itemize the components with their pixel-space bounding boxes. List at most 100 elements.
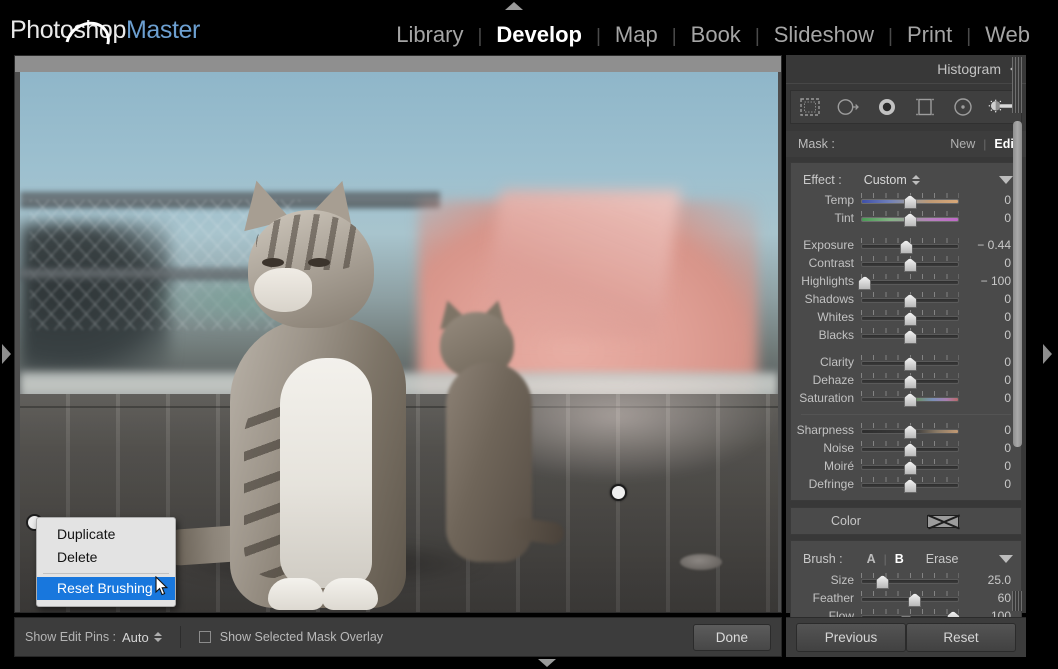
module-tab-book[interactable]: Book (677, 22, 755, 48)
radial-filter-tool-icon[interactable] (948, 94, 978, 120)
edit-pin-marker[interactable] (610, 484, 627, 501)
slider-row[interactable]: Defringe 0 (791, 475, 1021, 493)
slider-row[interactable]: Saturation 0 (791, 389, 1021, 407)
slider-label-clarity: Clarity (819, 355, 854, 369)
slider-label-whites: Whites (817, 310, 854, 324)
slider-row[interactable]: Highlights − 100 (791, 272, 1021, 290)
histogram-header[interactable]: Histogram (786, 55, 1026, 83)
spot-removal-tool-icon[interactable] (833, 94, 863, 120)
slider-track-temp[interactable] (861, 193, 959, 209)
done-button[interactable]: Done (692, 623, 771, 651)
slider-row[interactable]: Blacks 0 (791, 326, 1021, 344)
slider-track-clarity[interactable] (861, 355, 959, 371)
slider-label-sharpness: Sharpness (796, 423, 854, 437)
slider-track-moire[interactable] (861, 459, 959, 475)
slider-ticks (861, 591, 959, 596)
slider-row[interactable]: Dehaze 0 (791, 371, 1021, 389)
color-swatch-button[interactable] (927, 514, 959, 528)
right-panel-scrollbar[interactable] (1013, 121, 1022, 447)
slider-row[interactable]: Tint 0 (791, 209, 1021, 227)
slider-value-contrast: 0 (1004, 256, 1011, 270)
mask-new-button[interactable]: New (950, 137, 975, 151)
brush-collapse-icon[interactable] (999, 555, 1013, 563)
slider-track-size[interactable] (861, 573, 959, 589)
color-row[interactable]: Color (790, 507, 1022, 535)
top-panel-toggle-arrow-icon[interactable] (505, 2, 523, 10)
photo-pebble (680, 554, 722, 570)
effect-row: Effect : Custom (791, 169, 1021, 191)
slider-track-feather[interactable] (861, 591, 959, 607)
slider-track-exposure[interactable] (861, 238, 959, 254)
slider-value-blacks: 0 (1004, 328, 1011, 342)
slider-value-sharpness: 0 (1004, 423, 1011, 437)
module-tab-print[interactable]: Print (893, 22, 966, 48)
cat-muzzle (254, 268, 312, 312)
slider-row[interactable]: Whites 0 (791, 308, 1021, 326)
slider-row[interactable]: Contrast 0 (791, 254, 1021, 272)
context-menu-item-duplicate[interactable]: Duplicate (37, 523, 175, 546)
mask-overlay-checkbox[interactable] (198, 631, 211, 643)
brush-b-button[interactable]: B (895, 552, 904, 566)
effect-preset-stepper-icon[interactable] (911, 175, 920, 185)
slider-track-defringe[interactable] (861, 477, 959, 493)
slider-value-defringe: 0 (1004, 477, 1011, 491)
slider-track-blacks[interactable] (861, 328, 959, 344)
panel-rule (786, 83, 1026, 84)
slider-track-highlights[interactable] (858, 274, 959, 290)
slider-row[interactable]: Exposure − 0.44 (791, 236, 1021, 254)
module-tab-map[interactable]: Map (601, 22, 672, 48)
crop-overlay-tool-icon[interactable] (795, 94, 825, 120)
slider-row[interactable]: Shadows 0 (791, 290, 1021, 308)
effect-collapse-icon[interactable] (999, 176, 1013, 184)
slider-track-dehaze[interactable] (861, 373, 959, 389)
slider-track-saturation[interactable] (861, 391, 959, 407)
slider-track-shadows[interactable] (861, 292, 959, 308)
module-tab-library[interactable]: Library (382, 22, 477, 48)
slider-row[interactable]: Noise 0 (791, 439, 1021, 457)
cat-eye-left (262, 258, 284, 267)
app-logo[interactable]: PhotoshopMaster (10, 13, 200, 73)
previous-button[interactable]: Previous (796, 623, 906, 652)
slider-track-tint[interactable] (861, 211, 959, 227)
slider-row[interactable]: Clarity 0 (791, 353, 1021, 371)
slider-track-whites[interactable] (861, 310, 959, 326)
lightroom-develop-window: PhotoshopMaster Library | Develop | Map … (0, 0, 1058, 669)
slider-label-exposure: Exposure (803, 238, 854, 252)
slider-row[interactable]: Feather 60 (791, 589, 1021, 607)
slider-row[interactable]: Temp 0 (791, 191, 1021, 209)
slider-row[interactable]: Sharpness 0 (791, 421, 1021, 439)
left-panel-toggle-arrow-icon[interactable] (2, 344, 11, 364)
graduated-filter-tool-icon[interactable] (910, 94, 940, 120)
context-menu-item-delete[interactable]: Delete (37, 546, 175, 569)
slider-track-sharpness[interactable] (861, 423, 959, 439)
module-tab-web[interactable]: Web (971, 22, 1044, 48)
scrollbar-thumb[interactable] (1013, 121, 1022, 447)
cat-paw-left (268, 578, 324, 610)
right-panel-footer: Previous Reset (786, 617, 1026, 657)
slider-row[interactable]: Size 25.0 (791, 571, 1021, 589)
show-edit-pins-stepper-icon[interactable] (153, 632, 162, 642)
module-picker: Library | Develop | Map | Book | Slidesh… (382, 22, 1044, 48)
effect-preset-value[interactable]: Custom (864, 173, 907, 187)
brush-a-button[interactable]: A (867, 552, 876, 566)
slider-track-noise[interactable] (861, 441, 959, 457)
color-label: Color (831, 514, 861, 528)
canvas-toolbar: Show Edit Pins : Auto Show Selected Mask… (14, 617, 782, 657)
module-tab-slideshow[interactable]: Slideshow (760, 22, 888, 48)
effect-label: Effect : (803, 173, 842, 187)
slider-row[interactable]: Moiré 0 (791, 457, 1021, 475)
bottom-panel-toggle-arrow-icon[interactable] (538, 659, 556, 667)
show-edit-pins-value[interactable]: Auto (122, 630, 149, 645)
slider-value-moire: 0 (1004, 459, 1011, 473)
module-tab-develop[interactable]: Develop (482, 22, 596, 48)
right-panel-toggle-arrow-icon[interactable] (1043, 344, 1052, 364)
brush-erase-button[interactable]: Erase (926, 552, 959, 566)
slider-value-whites: 0 (1004, 310, 1011, 324)
brush-label: Brush : (803, 552, 843, 566)
mask-label: Mask : (798, 137, 835, 151)
red-eye-correction-tool-icon[interactable] (872, 94, 902, 120)
reset-button[interactable]: Reset (906, 623, 1016, 652)
slider-value-size: 25.0 (987, 573, 1011, 587)
slider-track-contrast[interactable] (861, 256, 959, 272)
photo-foreground-cat (160, 158, 460, 610)
